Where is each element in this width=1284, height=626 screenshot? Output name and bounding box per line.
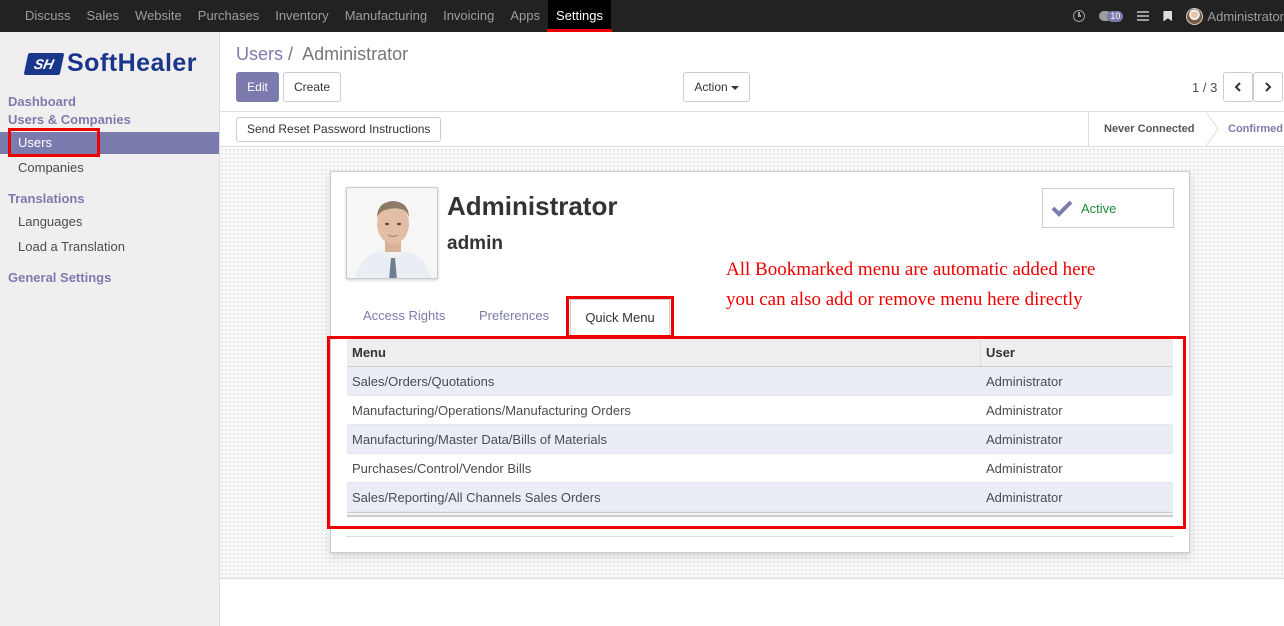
annotation-line-2: you can also add or remove menu here dir… — [726, 289, 1083, 310]
chevron-right-icon — [1265, 82, 1272, 92]
message-count-badge: 10 — [1107, 10, 1124, 22]
sidebar-item-load-translation[interactable]: Load a Translation — [0, 236, 219, 258]
form-statusbar: Send Reset Password Instructions Never C… — [220, 112, 1284, 147]
table-row[interactable]: Sales/Orders/Quotations Administrator — [347, 367, 1173, 396]
active-toggle-button[interactable]: Active — [1042, 188, 1174, 228]
tab-quick-menu[interactable]: Quick Menu — [570, 299, 670, 336]
sidebar-dashboard[interactable]: Dashboard — [8, 94, 76, 109]
pager-previous-button[interactable] — [1223, 72, 1253, 102]
nav-purchases[interactable]: Purchases — [190, 0, 267, 32]
sheet-divider — [346, 536, 1174, 537]
breadcrumb: Users / Administrator — [236, 44, 408, 65]
activity-clock-icon[interactable] — [1073, 10, 1086, 22]
create-button[interactable]: Create — [283, 72, 341, 102]
sidebar-item-companies[interactable]: Companies — [0, 157, 219, 179]
breadcrumb-separator: / — [288, 44, 294, 64]
nav-apps[interactable]: Apps — [502, 0, 548, 32]
stage-arrow-icon — [1206, 112, 1219, 146]
nav-invoicing[interactable]: Invoicing — [435, 0, 502, 32]
nav-discuss[interactable]: Discuss — [17, 0, 79, 32]
stage-confirmed[interactable]: Confirmed — [1228, 112, 1283, 146]
table-footer — [347, 512, 1173, 517]
check-icon — [1051, 200, 1073, 217]
logo-text: SoftHealer — [67, 49, 198, 77]
column-header-user[interactable]: User — [981, 338, 1173, 366]
pager-next-button[interactable] — [1253, 72, 1283, 102]
row-user: Administrator — [986, 403, 1063, 418]
tabs-underline — [346, 336, 1174, 337]
sidebar-translations[interactable]: Translations — [8, 191, 85, 206]
breadcrumb-current: Administrator — [302, 44, 409, 64]
tab-access-rights[interactable]: Access Rights — [363, 308, 445, 323]
bookmark-icon[interactable] — [1163, 10, 1173, 22]
nav-inventory[interactable]: Inventory — [267, 0, 336, 32]
table-header: Menu User — [347, 338, 1173, 367]
row-menu: Purchases/Control/Vendor Bills — [352, 461, 532, 476]
user-photo[interactable] — [346, 187, 438, 279]
sidebar: SH SoftHealer Dashboard Users & Companie… — [0, 32, 220, 626]
row-user: Administrator — [986, 461, 1063, 476]
nav-sales[interactable]: Sales — [79, 0, 128, 32]
row-menu: Sales/Orders/Quotations — [352, 374, 495, 389]
nav-settings[interactable]: Settings — [547, 0, 612, 32]
systray: 10 Administrator — [1073, 0, 1284, 32]
row-user: Administrator — [986, 490, 1063, 505]
sidebar-item-users[interactable]: Users — [0, 132, 219, 154]
edit-button[interactable]: Edit — [236, 72, 279, 102]
action-label: Action — [694, 80, 728, 94]
nav-website[interactable]: Website — [127, 0, 190, 32]
avatar — [1186, 7, 1204, 25]
chevron-left-icon — [1234, 82, 1241, 92]
app-menu: Discuss Sales Website Purchases Inventor… — [0, 0, 612, 32]
table-row[interactable]: Purchases/Control/Vendor Bills Administr… — [347, 454, 1173, 483]
row-menu: Manufacturing/Master Data/Bills of Mater… — [352, 432, 608, 447]
user-name-title: Administrator — [447, 191, 618, 221]
stage-separator — [1088, 112, 1089, 146]
user-menu[interactable]: Administrator — [1186, 7, 1284, 25]
logo-mark: SH — [23, 52, 65, 75]
breadcrumb-users[interactable]: Users — [236, 44, 283, 64]
row-menu: Manufacturing/Operations/Manufacturing O… — [352, 403, 631, 418]
sidebar-general-settings[interactable]: General Settings — [8, 270, 111, 285]
user-login: admin — [447, 233, 503, 254]
sidebar-users-companies[interactable]: Users & Companies — [8, 112, 131, 127]
top-navbar: Discuss Sales Website Purchases Inventor… — [0, 0, 1284, 32]
user-photo-image — [347, 188, 437, 278]
company-logo: SH SoftHealer — [23, 49, 198, 78]
column-header-menu[interactable]: Menu — [347, 338, 981, 366]
table-row[interactable]: Manufacturing/Operations/Manufacturing O… — [347, 396, 1173, 425]
row-user: Administrator — [986, 374, 1063, 389]
action-dropdown[interactable]: Action — [683, 72, 750, 102]
quick-menu-table: Menu User Sales/Orders/Quotations Admini… — [347, 338, 1173, 517]
row-user: Administrator — [986, 432, 1063, 447]
pager-value: 1 / 3 — [1192, 80, 1218, 95]
messages-icon[interactable]: 10 — [1099, 10, 1124, 22]
form-bottom-border — [220, 578, 1284, 579]
table-row[interactable]: Sales/Reporting/All Channels Sales Order… — [347, 483, 1173, 512]
caret-down-icon — [730, 85, 739, 90]
stage-never-connected[interactable]: Never Connected — [1104, 112, 1194, 146]
user-name: Administrator — [1207, 8, 1284, 24]
tab-preferences[interactable]: Preferences — [479, 308, 549, 323]
annotation-line-1: All Bookmarked menu are automatic added … — [726, 259, 1096, 280]
table-row[interactable]: Manufacturing/Master Data/Bills of Mater… — [347, 425, 1173, 454]
nav-manufacturing[interactable]: Manufacturing — [337, 0, 435, 32]
active-label: Active — [1081, 200, 1117, 216]
sidebar-item-languages[interactable]: Languages — [0, 211, 219, 233]
row-menu: Sales/Reporting/All Channels Sales Order… — [352, 490, 601, 505]
reset-password-button[interactable]: Send Reset Password Instructions — [236, 117, 442, 142]
quick-menu-icon[interactable] — [1137, 11, 1150, 21]
